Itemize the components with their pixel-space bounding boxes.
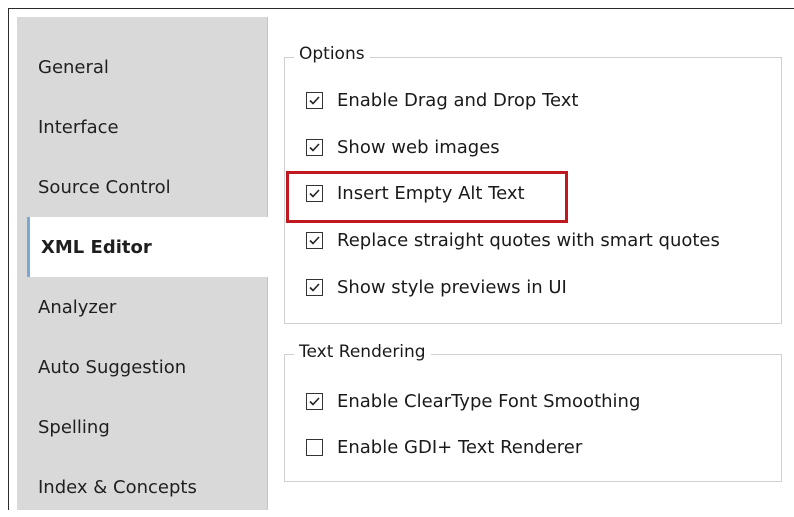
- sidebar-item-label: Auto Suggestion: [38, 356, 187, 378]
- option-enable-drag-drop[interactable]: Enable Drag and Drop Text: [306, 90, 579, 111]
- options-group-title: Options: [294, 44, 370, 64]
- sidebar-item-label: Analyzer: [38, 296, 117, 318]
- sidebar-item-label: General: [38, 56, 109, 78]
- sidebar-item-general[interactable]: General: [17, 37, 267, 97]
- option-label: Replace straight quotes with smart quote…: [337, 230, 720, 251]
- option-style-previews[interactable]: Show style previews in UI: [306, 277, 567, 298]
- checkbox-checked[interactable]: [306, 232, 323, 249]
- text-rendering-group-title: Text Rendering: [294, 342, 431, 362]
- sidebar-item-label: Source Control: [38, 176, 171, 198]
- option-label: Show style previews in UI: [337, 277, 567, 298]
- sidebar-item-label: Index & Concepts: [38, 476, 197, 498]
- checkbox-checked[interactable]: [306, 279, 323, 296]
- highlight-box: [286, 171, 568, 223]
- sidebar-item-analyzer[interactable]: Analyzer: [17, 277, 267, 337]
- sidebar-item-xml-editor[interactable]: XML Editor: [27, 217, 279, 277]
- checkbox-checked[interactable]: [306, 139, 323, 156]
- sidebar-item-label: XML Editor: [41, 236, 152, 258]
- option-label: Enable ClearType Font Smoothing: [337, 391, 641, 412]
- sidebar-item-label: Interface: [38, 116, 119, 138]
- settings-sidebar: General Interface Source Control XML Edi…: [17, 17, 279, 510]
- sidebar-item-interface[interactable]: Interface: [17, 97, 267, 157]
- option-smart-quotes[interactable]: Replace straight quotes with smart quote…: [306, 230, 720, 251]
- text-rendering-group: [284, 354, 782, 482]
- sidebar-item-label: Spelling: [38, 416, 110, 438]
- option-show-web-images[interactable]: Show web images: [306, 137, 500, 158]
- checkbox-checked[interactable]: [306, 393, 323, 410]
- sidebar-item-index-concepts[interactable]: Index & Concepts: [17, 457, 267, 517]
- option-label: Enable GDI+ Text Renderer: [337, 437, 583, 458]
- checkbox-unchecked[interactable]: [306, 439, 323, 456]
- option-cleartype[interactable]: Enable ClearType Font Smoothing: [306, 391, 640, 412]
- option-gdi-renderer[interactable]: Enable GDI+ Text Renderer: [306, 437, 582, 458]
- sidebar-item-source-control[interactable]: Source Control: [17, 157, 267, 217]
- option-label: Enable Drag and Drop Text: [337, 90, 579, 111]
- option-label: Show web images: [337, 137, 500, 158]
- sidebar-item-spelling[interactable]: Spelling: [17, 397, 267, 457]
- sidebar-item-auto-suggestion[interactable]: Auto Suggestion: [17, 337, 267, 397]
- checkbox-checked[interactable]: [306, 92, 323, 109]
